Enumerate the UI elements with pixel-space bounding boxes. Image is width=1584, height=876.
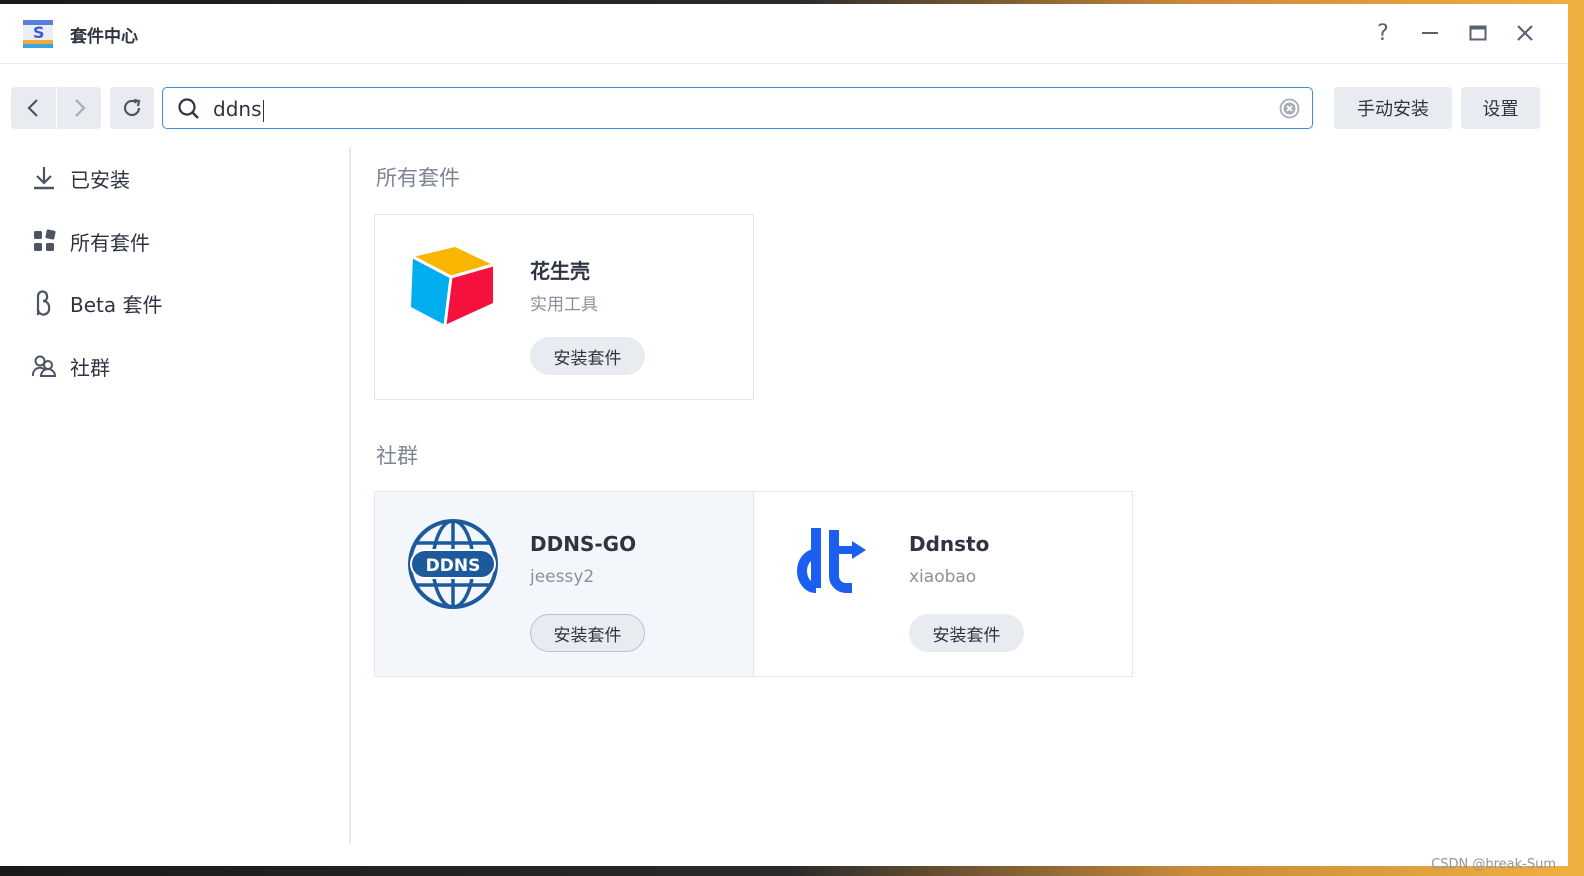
refresh-button[interactable] [110, 87, 154, 129]
title-bar: S 套件中心 ? [0, 4, 1568, 64]
sidebar-divider [349, 147, 351, 843]
search-field[interactable]: ddns [162, 87, 1313, 129]
sidebar-item-label: 社群 [70, 355, 110, 380]
window-title: 套件中心 [70, 27, 138, 47]
package-category: 实用工具 [530, 295, 598, 315]
forward-button[interactable] [57, 87, 101, 129]
section-title-community: 社群 [376, 444, 418, 468]
manual-install-button[interactable]: 手动安装 [1334, 87, 1452, 129]
search-icon [178, 98, 199, 119]
install-button[interactable]: 安装套件 [909, 614, 1024, 652]
ddns-globe-logo: DDNS [408, 519, 498, 609]
oray-cube-logo [411, 247, 494, 326]
sidebar-item-label: Beta 套件 [70, 292, 163, 317]
refresh-icon [123, 98, 141, 117]
package-card-ddnsto[interactable]: Ddnsto xiaobao 安装套件 [753, 491, 1133, 677]
install-button[interactable]: 安装套件 [530, 614, 645, 652]
search-input[interactable]: ddns [213, 97, 264, 122]
beta-icon [30, 289, 58, 317]
svg-text:S: S [33, 23, 45, 42]
svg-text:DDNS: DDNS [426, 556, 481, 576]
grid-icon [30, 227, 58, 255]
section-title-all-packages: 所有套件 [376, 166, 460, 190]
package-name: 花生壳 [530, 259, 590, 283]
install-button[interactable]: 安装套件 [530, 337, 645, 375]
sidebar-item-community[interactable]: 社群 [30, 346, 110, 386]
package-center-window: S 套件中心 ? ddns 手动安装 设置 已安装 所有套件 Beta 套件 社… [0, 4, 1568, 866]
package-card-oray[interactable]: 花生壳 实用工具 安装套件 [374, 214, 754, 400]
community-icon [30, 352, 58, 380]
chevron-right-icon [75, 99, 86, 117]
help-icon[interactable]: ? [1368, 18, 1398, 48]
settings-button[interactable]: 设置 [1461, 87, 1540, 129]
package-author: xiaobao [909, 567, 977, 587]
watermark: CSDN @break-Sum [1431, 857, 1556, 872]
back-button[interactable] [11, 87, 56, 129]
package-name: DDNS-GO [530, 532, 637, 556]
close-icon[interactable] [1510, 18, 1540, 48]
clear-search-icon[interactable] [1279, 98, 1300, 119]
package-author: jeessy2 [530, 567, 595, 587]
package-card-ddns-go[interactable]: DDNS DDNS-GO jeessy2 安装套件 [374, 491, 754, 677]
package-name: Ddnsto [909, 532, 990, 556]
sidebar-item-installed[interactable]: 已安装 [30, 158, 130, 198]
ddnsto-dt-logo [797, 528, 866, 593]
sidebar-item-label: 已安装 [70, 167, 130, 192]
chevron-left-icon [26, 99, 38, 117]
sidebar-item-all-packages[interactable]: 所有套件 [30, 221, 150, 261]
minimize-icon[interactable] [1415, 18, 1445, 48]
sidebar-item-beta[interactable]: Beta 套件 [30, 283, 162, 323]
download-icon [30, 164, 58, 192]
package-center-app-icon: S [23, 20, 53, 48]
maximize-icon[interactable] [1463, 18, 1493, 48]
sidebar-item-label: 所有套件 [70, 230, 150, 255]
